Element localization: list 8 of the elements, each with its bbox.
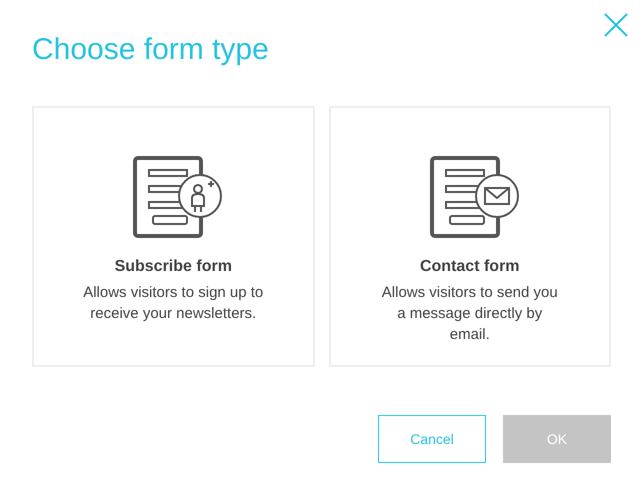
close-icon[interactable] (603, 12, 629, 38)
dialog-title: Choose form type (32, 32, 270, 68)
card-title: Subscribe form (114, 258, 232, 276)
card-description: Allows visitors to send you a message directly by email. (380, 283, 559, 345)
form-type-card[interactable]: Contact form Allows visitors to send you a message directly by email. (328, 106, 611, 367)
card-title: Contact form (420, 258, 520, 276)
form-type-card[interactable]: Subscribe form Allows visitors to sign up to receive your newsletters. (32, 106, 314, 367)
card-description: Allows visitors to sign up to receive your newsletters. (82, 283, 264, 324)
